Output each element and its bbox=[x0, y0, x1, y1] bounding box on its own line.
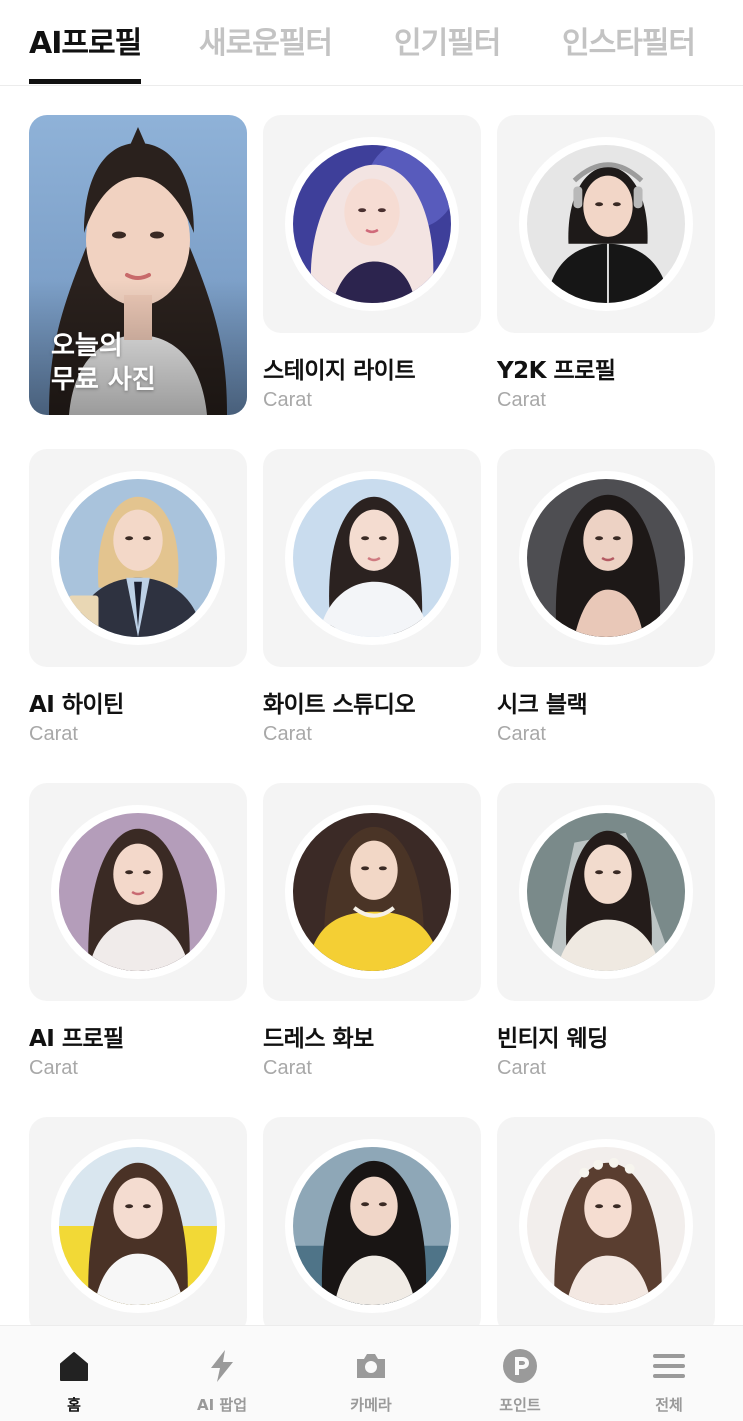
filter-brand: Carat bbox=[497, 389, 546, 411]
active-tab-indicator bbox=[29, 79, 141, 84]
nav-label: 전체 bbox=[655, 1396, 683, 1414]
filter-title: 스테이지 라이트 bbox=[263, 358, 416, 384]
filter-thumbnail bbox=[29, 783, 247, 1001]
portrait-image bbox=[293, 813, 451, 971]
portrait-image bbox=[527, 813, 685, 971]
nav-ai-popup[interactable]: AI 팝업 bbox=[162, 1326, 282, 1421]
filter-thumbnail bbox=[29, 1117, 247, 1325]
nav-label: 홈 bbox=[67, 1396, 81, 1414]
nav-label: AI 팝업 bbox=[196, 1396, 247, 1414]
filter-thumbnail bbox=[263, 449, 481, 667]
portrait-image bbox=[293, 479, 451, 637]
filter-thumbnail bbox=[497, 449, 715, 667]
filter-brand: Carat bbox=[263, 1057, 312, 1079]
filter-thumbnail bbox=[29, 449, 247, 667]
tab-popular-filter[interactable]: 인기필터 bbox=[394, 18, 501, 62]
filter-title: Y2K 프로필 bbox=[497, 358, 616, 384]
tab-insta-filter[interactable]: 인스타필터 bbox=[562, 18, 696, 62]
portrait-image bbox=[527, 145, 685, 303]
filter-brand: Carat bbox=[497, 1057, 546, 1079]
filter-thumbnail bbox=[263, 115, 481, 333]
filter-thumbnail bbox=[497, 115, 715, 333]
nav-points[interactable]: 포인트 bbox=[460, 1326, 580, 1421]
nav-all-menu[interactable]: 전체 bbox=[609, 1326, 729, 1421]
featured-free-photo-card[interactable]: 오늘의 무료 사진 bbox=[29, 115, 247, 415]
filter-thumbnail bbox=[497, 783, 715, 1001]
point-icon bbox=[502, 1348, 538, 1384]
filter-title: 빈티지 웨딩 bbox=[497, 1026, 608, 1052]
portrait-image bbox=[527, 1147, 685, 1305]
nav-label: 포인트 bbox=[499, 1396, 541, 1414]
filter-grid: 오늘의 무료 사진 스테이지 라이트 Carat Y2K 프로필 Carat A… bbox=[29, 115, 715, 1325]
nav-home[interactable]: 홈 bbox=[14, 1326, 134, 1421]
filter-title: 드레스 화보 bbox=[263, 1026, 374, 1052]
portrait-image bbox=[293, 145, 451, 303]
home-icon bbox=[56, 1348, 92, 1384]
filter-brand: Carat bbox=[29, 1057, 78, 1079]
filter-thumbnail bbox=[263, 783, 481, 1001]
filter-brand: Carat bbox=[29, 723, 78, 745]
tab-new-filter[interactable]: 새로운필터 bbox=[199, 18, 333, 62]
portrait-image bbox=[527, 479, 685, 637]
filter-thumbnail bbox=[497, 1117, 715, 1325]
nav-label: 카메라 bbox=[350, 1396, 392, 1414]
filter-brand: Carat bbox=[497, 723, 546, 745]
menu-icon bbox=[651, 1348, 687, 1384]
filter-title: AI 하이틴 bbox=[29, 692, 124, 718]
filter-title: 화이트 스튜디오 bbox=[263, 692, 416, 718]
lightning-icon bbox=[204, 1348, 240, 1384]
portrait-image bbox=[59, 1147, 217, 1305]
tab-ai-profile[interactable]: AI프로필 bbox=[29, 18, 142, 62]
nav-camera[interactable]: 카메라 bbox=[311, 1326, 431, 1421]
filter-category-tabs: AI프로필 새로운필터 인기필터 인스타필터 bbox=[0, 0, 743, 86]
portrait-image bbox=[293, 1147, 451, 1305]
portrait-image bbox=[59, 813, 217, 971]
filter-title: AI 프로필 bbox=[29, 1026, 124, 1052]
filter-thumbnail bbox=[263, 1117, 481, 1325]
camera-icon bbox=[353, 1348, 389, 1384]
bottom-navigation: 홈 AI 팝업 카메라 포인트 전체 bbox=[0, 1325, 743, 1421]
featured-label: 오늘의 무료 사진 bbox=[51, 331, 156, 395]
filter-title: 시크 블랙 bbox=[497, 692, 588, 718]
filter-brand: Carat bbox=[263, 723, 312, 745]
filter-brand: Carat bbox=[263, 389, 312, 411]
portrait-image bbox=[59, 479, 217, 637]
